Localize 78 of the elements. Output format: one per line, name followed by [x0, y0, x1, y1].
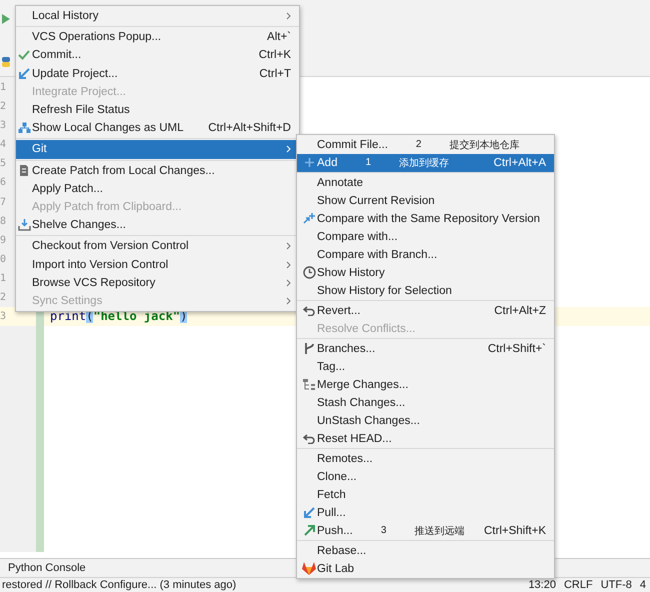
line-number: 3	[0, 311, 6, 322]
menu-item[interactable]: Tag...	[297, 358, 554, 376]
undo-icon	[303, 434, 315, 444]
menu-item[interactable]: Checkout from Version Control	[16, 237, 299, 256]
menu-item[interactable]: VCS Operations Popup... Alt+`	[16, 28, 299, 46]
menu-item[interactable]: Clone...	[297, 468, 554, 486]
menu-item[interactable]: Refresh File Status	[16, 100, 299, 120]
caret-position[interactable]: 13:20	[528, 579, 556, 591]
file-encoding[interactable]: UTF-8	[600, 579, 632, 591]
download-tray-icon	[18, 219, 30, 232]
line-number: 4	[0, 139, 6, 150]
annotation-number: 3	[380, 525, 386, 536]
annotation-note: 添加到缓存	[399, 156, 450, 170]
menu-item[interactable]: Annotate	[297, 174, 554, 192]
line-number: 6	[0, 177, 6, 188]
menu-item[interactable]: Push... 3 推送到远端 Ctrl+Shift+K	[297, 522, 554, 540]
menu-item[interactable]: Stash Changes...	[297, 394, 554, 412]
menu-item[interactable]: Remotes...	[297, 450, 554, 468]
menu-item[interactable]: Apply Patch...	[16, 180, 299, 198]
menu-item[interactable]: Reset HEAD...	[297, 430, 554, 448]
menu-item[interactable]: Show Local Changes as UML Ctrl+Alt+Shift+D	[16, 119, 299, 138]
annotation-note: 提交到本地仓库	[449, 138, 520, 152]
menu-item[interactable]: Import into Version Control	[16, 255, 299, 274]
annotation-number: 2	[416, 139, 422, 150]
line-number: 2	[0, 292, 6, 304]
line-number: 1	[0, 272, 6, 284]
arrow-icon	[18, 68, 30, 80]
line-number: 7	[0, 196, 6, 208]
line-number: 3	[0, 120, 6, 132]
menu-item[interactable]: Show History	[297, 264, 554, 282]
plus-icon	[304, 158, 314, 167]
menu-item[interactable]: Compare with the Same Repository Version	[297, 210, 554, 228]
annotation-note: 推送到远端	[414, 524, 464, 538]
fox-icon	[302, 562, 316, 575]
indent-setting[interactable]: 4	[640, 579, 646, 591]
line-number: 8	[0, 216, 6, 227]
menu-item[interactable]: Rebase...	[297, 542, 554, 560]
branch-icon	[304, 342, 314, 355]
menu-item[interactable]: UnStash Changes...	[297, 412, 554, 430]
menu-item[interactable]: Local History	[16, 7, 299, 26]
menu-item[interactable]: Pull...	[297, 504, 554, 522]
line-separator[interactable]: CRLF	[564, 579, 593, 591]
line-number: 1	[0, 82, 6, 93]
tree-icon	[302, 378, 316, 390]
menu-item[interactable]: Merge Changes...	[297, 376, 554, 394]
line-number: 2	[0, 101, 6, 112]
menu-item[interactable]: Browse VCS Repository	[16, 274, 299, 292]
run-icon[interactable]	[1, 13, 11, 25]
arrow-icon	[304, 507, 314, 518]
clock-icon	[302, 266, 316, 279]
annotation-number: 1	[365, 157, 372, 168]
menu-item[interactable]: Fetch	[297, 486, 554, 504]
menu-item[interactable]: Git	[16, 140, 299, 158]
menu-item[interactable]: Show Current Revision	[297, 192, 554, 210]
python-console-tab[interactable]: Python Console	[0, 562, 86, 574]
menu-item[interactable]: Compare with Branch...	[297, 246, 554, 264]
python-file-icon	[1, 56, 11, 68]
menu-item[interactable]: Git Lab	[297, 560, 554, 578]
arrow-icon	[304, 525, 314, 536]
menu-item[interactable]: Commit... Ctrl+K	[16, 46, 299, 65]
line-number: 5	[0, 158, 6, 170]
status-message: restored // Rollback Configure... (3 minutes ago)	[2, 579, 236, 591]
menu-item[interactable]: Branches... Ctrl+Shift+`	[297, 340, 554, 358]
undo-icon	[303, 306, 315, 316]
menu-item[interactable]: Revert... Ctrl+Alt+Z	[297, 302, 554, 320]
menu-item[interactable]: Commit File... 2 提交到本地仓库	[297, 136, 554, 154]
menu-item[interactable]: Create Patch from Local Changes...	[16, 162, 299, 180]
menu-item[interactable]: Show History for Selection	[297, 282, 554, 300]
line-number: 0	[0, 254, 6, 265]
line-number: 9	[0, 234, 6, 246]
check-icon	[18, 50, 30, 60]
diagram-icon	[18, 122, 30, 135]
menu-item[interactable]: Compare with...	[297, 228, 554, 246]
compare-arrows-icon	[302, 213, 316, 224]
menu-item[interactable]: Add 1 添加到缓存 Ctrl+Alt+A	[297, 154, 554, 172]
menu-item[interactable]: Shelve Changes...	[16, 216, 299, 234]
menu-item[interactable]: Update Project... Ctrl+T	[16, 64, 299, 83]
document-icon	[19, 164, 29, 178]
